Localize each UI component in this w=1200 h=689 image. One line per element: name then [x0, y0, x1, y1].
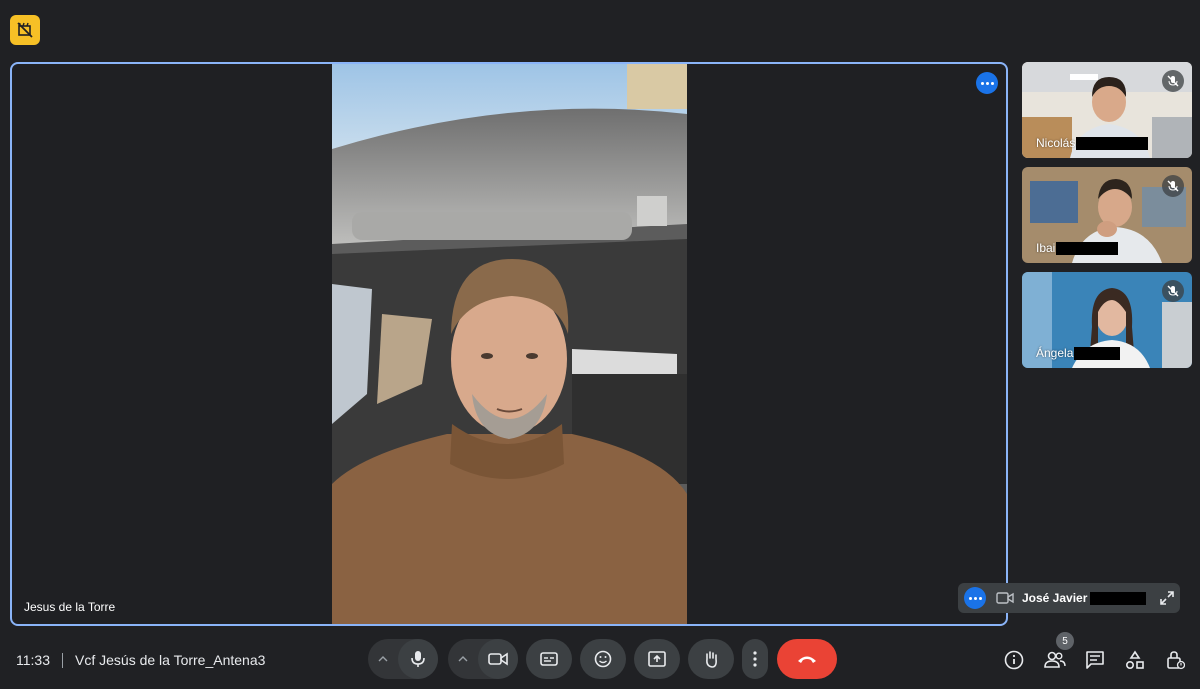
end-call-icon — [798, 656, 816, 663]
camera-button[interactable] — [478, 639, 518, 679]
audio-options-chevron-icon[interactable] — [368, 639, 398, 679]
divider — [62, 652, 63, 668]
meeting-info: 11:33 Vcf Jesús de la Torre_Antena3 — [16, 652, 265, 668]
raise-hand-button[interactable] — [688, 639, 734, 679]
activities-icon — [1125, 650, 1144, 670]
emoji-icon — [594, 650, 612, 668]
participant-name: Nicolás — [1036, 136, 1149, 150]
end-call-button[interactable] — [777, 639, 837, 679]
more-options-icon — [968, 596, 982, 600]
closed-captions-icon — [540, 652, 558, 666]
participant-tile[interactable]: Ibai — [1022, 167, 1192, 263]
camera-icon — [488, 652, 508, 666]
self-view-more-button[interactable] — [964, 587, 986, 609]
activities-button[interactable] — [1123, 648, 1147, 672]
audio-controls — [368, 639, 438, 679]
meet-window: Jesus de la Torre Nicolás Ibai Ángela Jo… — [0, 0, 1200, 689]
people-button[interactable] — [1043, 648, 1067, 672]
host-controls-button[interactable] — [1163, 648, 1187, 672]
self-view-pill[interactable]: José Javier — [958, 583, 1180, 613]
main-speaker-tile[interactable]: Jesus de la Torre — [10, 62, 1008, 626]
present-screen-icon — [648, 651, 666, 667]
redaction-bar — [1056, 241, 1119, 255]
meeting-title: Vcf Jesús de la Torre_Antena3 — [75, 652, 266, 668]
self-view-name: José Javier — [1022, 591, 1147, 605]
no-recording-icon[interactable] — [10, 15, 40, 45]
muted-mic-icon — [1162, 70, 1184, 92]
participant-name: Ángela — [1036, 346, 1121, 360]
redaction-bar — [1090, 591, 1147, 605]
participant-tile[interactable]: Nicolás — [1022, 62, 1192, 158]
reactions-button[interactable] — [580, 639, 626, 679]
main-speaker-name: Jesus de la Torre — [24, 600, 116, 614]
participant-tile[interactable]: Ángela — [1022, 272, 1192, 368]
raise-hand-icon — [706, 651, 717, 668]
expand-icon[interactable] — [1160, 591, 1174, 605]
muted-mic-icon — [1162, 280, 1184, 302]
people-icon — [1044, 651, 1066, 668]
more-vertical-icon — [753, 651, 757, 667]
microphone-icon — [411, 651, 425, 667]
redaction-bar — [1074, 346, 1121, 360]
chat-icon — [1086, 651, 1104, 669]
more-options-icon — [980, 81, 994, 85]
main-speaker-video — [332, 64, 687, 624]
host-controls-icon — [1167, 651, 1185, 670]
redaction-bar — [1076, 136, 1149, 150]
muted-mic-icon — [1162, 175, 1184, 197]
info-icon — [1004, 650, 1024, 670]
present-screen-button[interactable] — [634, 639, 680, 679]
captions-button[interactable] — [526, 639, 572, 679]
video-controls — [448, 639, 518, 679]
bottom-control-bar: 11:33 Vcf Jesús de la Torre_Antena3 5 — [0, 630, 1200, 689]
participant-name: Ibai — [1036, 241, 1119, 255]
more-options-button[interactable] — [976, 72, 998, 94]
meeting-details-button[interactable] — [1002, 648, 1026, 672]
camera-off-icon — [996, 591, 1014, 605]
video-options-chevron-icon[interactable] — [448, 639, 478, 679]
more-options-menu-button[interactable] — [742, 639, 768, 679]
clock: 11:33 — [16, 652, 50, 668]
microphone-button[interactable] — [398, 639, 438, 679]
chat-button[interactable] — [1083, 648, 1107, 672]
